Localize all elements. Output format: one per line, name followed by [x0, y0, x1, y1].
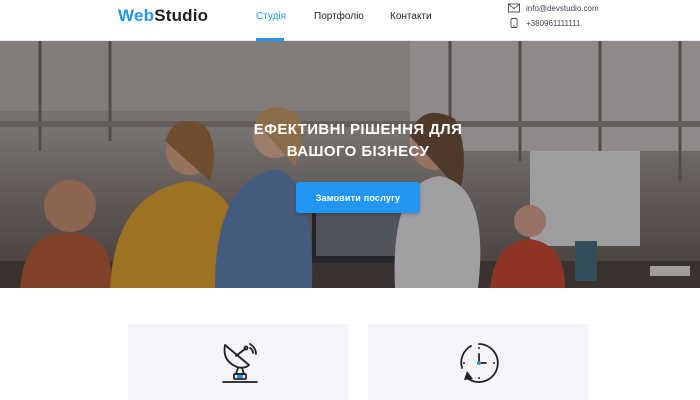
satellite-dish-icon [221, 343, 258, 383]
site-header: WebStudio Студія Портфоліо Контакти info… [0, 0, 700, 41]
phone-text: +380961111111 [526, 18, 581, 28]
nav-item-portfolio[interactable]: Портфоліо [314, 11, 364, 23]
hero-title-line-1: ЕФЕКТИВНІ РІШЕННЯ ДЛЯ [253, 121, 463, 138]
smartphone-icon [510, 18, 518, 28]
nav-item-contacts[interactable]: Контакти [390, 11, 432, 23]
hero-section: ЕФЕКТИВНІ РІШЕННЯ ДЛЯ ВАШОГО БІЗНЕСУ [0, 41, 700, 288]
envelope-icon [508, 3, 520, 13]
hero-overlay [0, 41, 700, 288]
hero-title: ЕФЕКТИВНІ РІШЕННЯ ДЛЯ ВАШОГО БІЗНЕСУ [0, 119, 700, 163]
logo-part-studio: Studio [154, 6, 209, 25]
email-text: info@devstudio.com [526, 3, 599, 13]
hero-title-line-2: ВАШОГО БІЗНЕСУ [286, 143, 430, 160]
nav-item-studio[interactable]: Студія [256, 11, 286, 23]
feature-card-2 [368, 324, 589, 400]
feature-card-1 [128, 324, 349, 400]
email-link[interactable]: info@devstudio.com [508, 3, 599, 13]
phone-link[interactable]: +380961111111 [508, 18, 581, 28]
logo-part-web: Web [118, 6, 155, 25]
logo[interactable]: WebStudio [118, 6, 208, 26]
clock-rotate-icon [459, 343, 499, 383]
order-service-button[interactable]: Замовити послугу [296, 182, 420, 213]
